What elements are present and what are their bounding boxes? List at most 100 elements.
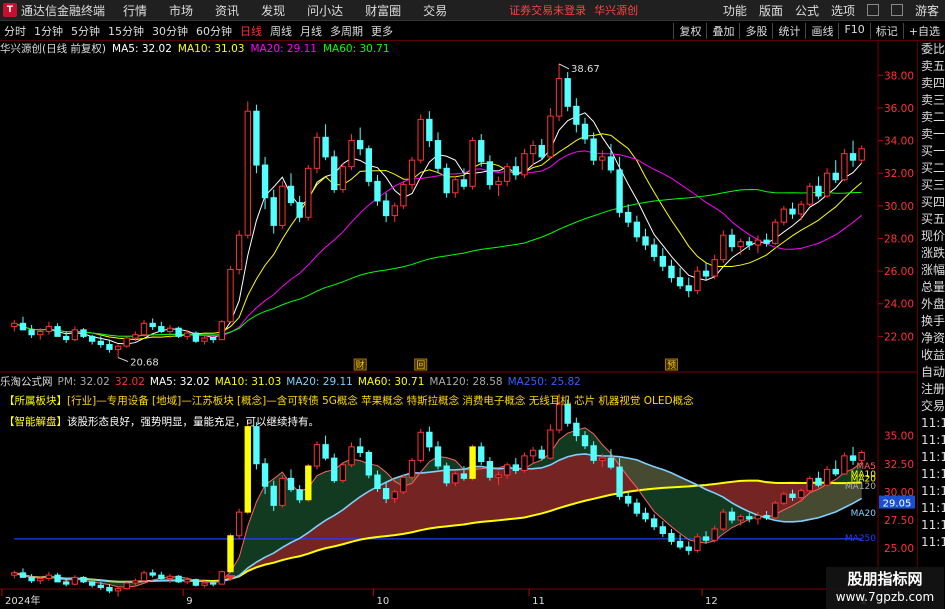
period-daily[interactable]: 日线 bbox=[236, 23, 266, 39]
event-marker-label: 预 bbox=[667, 360, 676, 371]
period-tick[interactable]: 分时 bbox=[0, 23, 30, 39]
candle-body bbox=[469, 140, 476, 187]
candle-body bbox=[521, 153, 528, 176]
sub-ma120-label: MA120: 28.58 bbox=[429, 375, 503, 388]
candle-body bbox=[37, 330, 44, 336]
menu-options[interactable]: 选项 bbox=[831, 2, 855, 19]
sub-candle-body bbox=[529, 449, 537, 457]
menu-layout[interactable]: 版面 bbox=[759, 2, 783, 19]
mark-button[interactable]: 标记 bbox=[869, 22, 903, 39]
sub-candle-body bbox=[63, 581, 70, 585]
sub-candle-body bbox=[728, 511, 736, 521]
kline-chart[interactable]: 38.00 36.00 34.00 32.00 30.00 28.00 26.00 24.00… bbox=[0, 41, 917, 609]
sub-candle-body bbox=[503, 464, 511, 476]
sub-candle-body bbox=[37, 578, 44, 582]
sub-candle-body bbox=[858, 452, 865, 461]
indicator-name[interactable]: 乐淘公式网 bbox=[0, 374, 53, 389]
sub-candle-body bbox=[28, 576, 35, 582]
toolbar-right: 复权 叠加 多股 统计 画线 F10 标记 +自选 bbox=[673, 22, 945, 39]
sub-candle-body bbox=[382, 488, 390, 500]
draw-button[interactable]: 画线 bbox=[805, 22, 838, 39]
menu-news[interactable]: 资讯 bbox=[215, 2, 239, 19]
side-label: 注册 bbox=[921, 382, 945, 396]
menu-formula[interactable]: 公式 bbox=[795, 2, 819, 19]
candle-body bbox=[339, 166, 347, 191]
date-label: 12 bbox=[705, 596, 718, 607]
side-label: 买二 bbox=[921, 161, 945, 175]
candle-body bbox=[789, 208, 796, 215]
menu-discover[interactable]: 发现 bbox=[261, 2, 285, 19]
period-30min[interactable]: 30分钟 bbox=[148, 23, 192, 39]
sub-candle-body bbox=[106, 587, 113, 592]
sub-candle-body bbox=[746, 516, 753, 520]
sub-candle-body bbox=[158, 574, 165, 579]
overlay-button[interactable]: 叠加 bbox=[706, 22, 739, 39]
menu-community[interactable]: 财富圈 bbox=[365, 2, 401, 19]
multi-stock-button[interactable]: 多股 bbox=[739, 22, 772, 39]
sub-candle-body bbox=[279, 477, 286, 506]
menu-function[interactable]: 功能 bbox=[723, 2, 747, 19]
sub-candle-body bbox=[659, 526, 666, 534]
adjust-button[interactable]: 复权 bbox=[673, 22, 706, 39]
sub-candle-body bbox=[417, 431, 424, 461]
candle-body bbox=[841, 153, 848, 181]
price-tick-label: 30.00 bbox=[884, 201, 914, 213]
candle-body bbox=[694, 270, 701, 292]
add-watchlist-button[interactable]: +自选 bbox=[902, 22, 945, 39]
sub-candle-body bbox=[581, 435, 589, 447]
period-60min[interactable]: 60分钟 bbox=[192, 23, 236, 39]
sector-line: 【所属板块】[行业]—专用设备 [地域]—江苏板块 [概念]—含可转债 5G概念… bbox=[4, 393, 694, 408]
candle-body bbox=[737, 241, 744, 248]
date-label: 2024年 bbox=[5, 594, 40, 607]
menu-trade[interactable]: 交易 bbox=[423, 2, 447, 19]
side-label: 涨幅 bbox=[921, 263, 945, 277]
app-logo-icon: T bbox=[3, 3, 17, 17]
sub-candle-body bbox=[590, 445, 597, 461]
sub-candle-body bbox=[460, 473, 468, 479]
watermark: 股朋指标网 www.7gpzb.com bbox=[826, 567, 944, 609]
menu-guest[interactable]: 游客 bbox=[915, 2, 939, 19]
candle-body bbox=[287, 185, 295, 204]
stats-button[interactable]: 统计 bbox=[772, 22, 805, 39]
side-label: 卖三 bbox=[921, 93, 945, 107]
sub-ma-tag: MA250 bbox=[845, 534, 876, 544]
sub-candle-body bbox=[339, 464, 347, 482]
candle-body bbox=[88, 335, 96, 342]
sub-candle-body bbox=[97, 584, 104, 588]
sub-candle-body bbox=[149, 572, 156, 576]
date-label: 11 bbox=[532, 596, 545, 607]
sub-candle-body bbox=[184, 579, 191, 583]
sub-candle-body bbox=[322, 444, 329, 459]
sub-candle-body bbox=[210, 582, 217, 585]
sub-candle-body bbox=[166, 575, 174, 579]
menu-quotes[interactable]: 行情 bbox=[123, 2, 147, 19]
side-label: 收益 bbox=[921, 348, 945, 362]
period-weekly[interactable]: 周线 bbox=[266, 23, 296, 39]
candle-body bbox=[331, 156, 338, 191]
period-15min[interactable]: 15分钟 bbox=[104, 23, 148, 39]
sub-candle-body bbox=[132, 580, 139, 584]
period-more[interactable]: 更多 bbox=[367, 23, 397, 39]
side-label: 买五 bbox=[921, 212, 945, 226]
period-multi[interactable]: 多周期 bbox=[326, 23, 367, 39]
minimize-icon[interactable] bbox=[866, 4, 879, 16]
sub-candle-body bbox=[521, 455, 528, 471]
low-marker-label: 20.68 bbox=[130, 358, 159, 369]
period-monthly[interactable]: 月线 bbox=[296, 23, 326, 39]
sub-candle-body bbox=[140, 572, 148, 582]
sub-candle-body bbox=[538, 449, 545, 459]
login-warning[interactable]: 证券交易未登录 bbox=[509, 2, 586, 18]
sub-candle-body bbox=[452, 473, 459, 484]
side-label: 买一 bbox=[921, 144, 945, 158]
main-info-bar: 华兴源创(日线 前复权) MA5: 32.02 MA10: 31.03 MA20… bbox=[0, 41, 878, 56]
period-1min[interactable]: 1分钟 bbox=[30, 23, 67, 39]
menu-ask[interactable]: 问小达 bbox=[307, 2, 343, 19]
menu-market[interactable]: 市场 bbox=[169, 2, 193, 19]
top-right-menu: 功能 版面 公式 选项 游客 bbox=[723, 2, 945, 19]
period-5min[interactable]: 5分钟 bbox=[67, 23, 104, 39]
f10-button[interactable]: F10 bbox=[838, 22, 869, 39]
maximize-icon[interactable] bbox=[890, 4, 903, 16]
candle-body bbox=[28, 329, 35, 336]
ma5-label: MA5: 32.02 bbox=[112, 42, 172, 55]
sub-candle-body bbox=[391, 491, 398, 500]
